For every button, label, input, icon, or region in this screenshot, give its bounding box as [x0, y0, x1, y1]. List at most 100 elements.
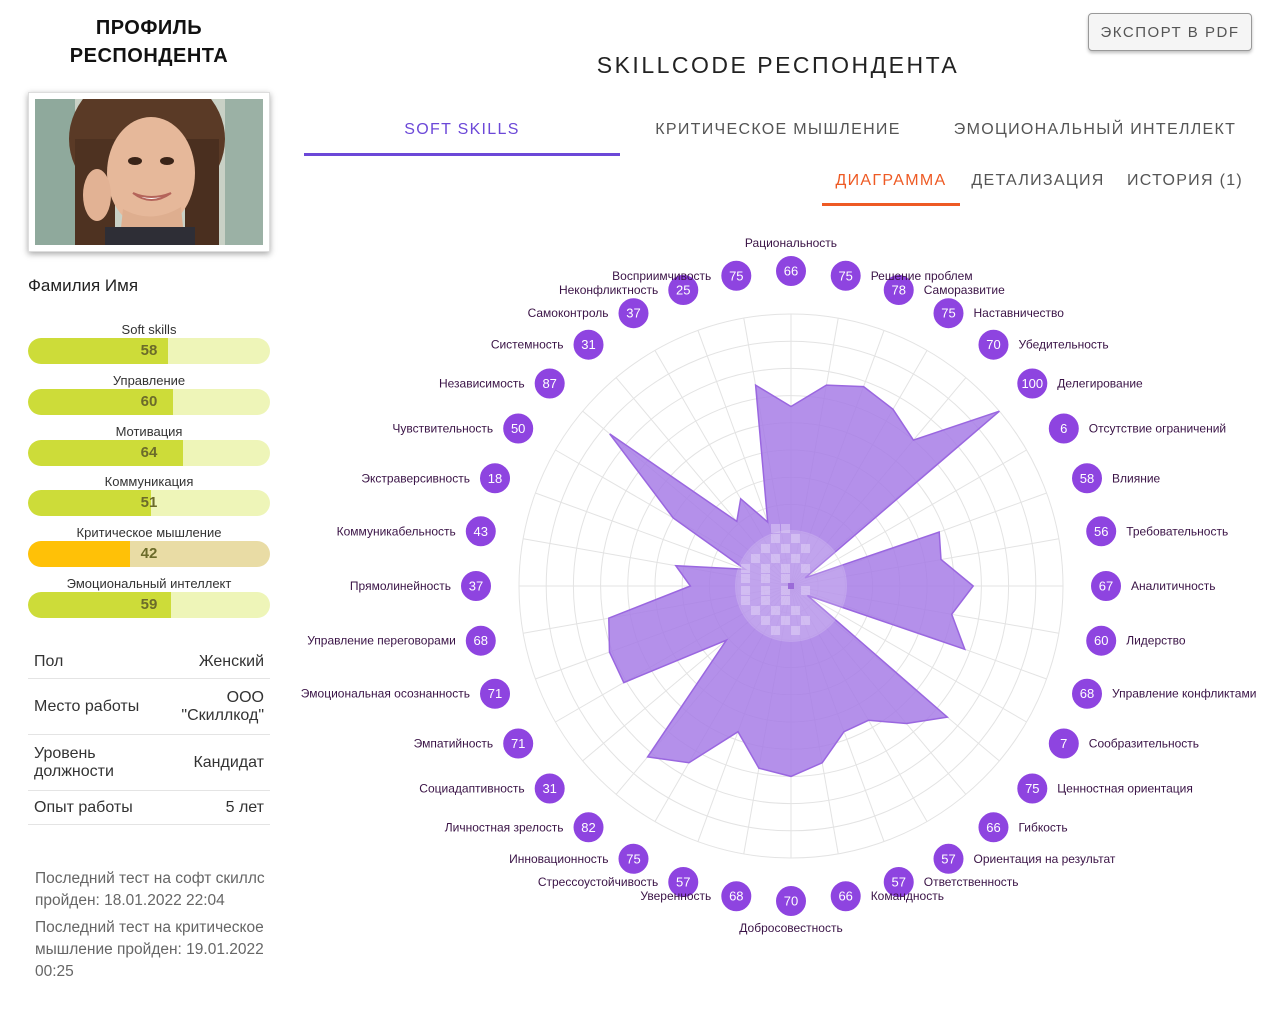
axis-label: Требовательность [1126, 524, 1228, 538]
value-badge: 31 [571, 327, 606, 362]
export-pdf-button[interactable]: ЭКСПОРТ В PDF [1088, 13, 1252, 51]
axis-label: Системность [491, 338, 564, 352]
tab-soft-skills[interactable]: SOFT SKILLS [304, 121, 620, 139]
axis-label: Наставничество [974, 306, 1065, 320]
value-badge: 50 [501, 411, 536, 446]
center-pixel [771, 606, 780, 615]
axis-label: Управление переговорами [307, 634, 456, 648]
value-badge-text: 70 [784, 894, 798, 909]
center-pixel [761, 564, 770, 573]
avatar [35, 99, 263, 245]
metric-label: Управление [112, 373, 186, 388]
value-badge: 70 [976, 327, 1011, 362]
value-badge: 58 [1070, 461, 1105, 496]
metric-bar: 51 [28, 490, 270, 516]
axis-label: Убедительность [1018, 338, 1108, 352]
metric-item: Управление 60 [28, 372, 270, 415]
metric-bar: 42 [28, 541, 270, 567]
center-pixel [741, 586, 750, 595]
metric-item: Коммуникация 51 [28, 473, 270, 516]
axis-label: Управление конфликтами [1112, 687, 1256, 701]
info-table: Пол Женский Место работы ООО "Скиллкод" Уров… [28, 645, 270, 825]
tab-emotional-intelligence[interactable]: ЭМОЦИОНАЛЬНЫЙ ИНТЕЛЛЕКТ [940, 121, 1250, 139]
metric-value: 42 [140, 545, 158, 562]
last-softskills-test-note: Последний тест на софт скиллс пройден: 1… [35, 870, 265, 909]
center-pixel [741, 564, 750, 573]
value-badge-text: 100 [1021, 376, 1043, 391]
value-badge-text: 60 [1094, 633, 1108, 648]
info-row: Уровень должности Кандидат [28, 735, 270, 791]
value-badge: 7 [1046, 726, 1081, 761]
axis-label: Эмпатийность [414, 737, 494, 751]
axis-label: Отсутствие ограничений [1089, 422, 1226, 436]
value-badge-text: 87 [542, 376, 556, 391]
value-badge-text: 6 [1060, 421, 1067, 436]
metric-bar: 58 [28, 338, 270, 364]
info-value: Женский [198, 652, 264, 670]
value-badge-text: 71 [511, 736, 525, 751]
axis-label: Самоконтроль [528, 306, 609, 320]
value-badge-text: 78 [892, 282, 906, 297]
test-notes: Последний тест на софт скиллс пройден: 1… [35, 868, 275, 988]
value-badge: 70 [774, 884, 808, 918]
center-pixel [771, 524, 780, 533]
profile-photo [28, 92, 270, 252]
axis-label: Социадаптивность [419, 781, 524, 795]
value-badge: 71 [501, 726, 536, 761]
value-badge: 57 [931, 841, 966, 876]
value-badge-text: 58 [1080, 471, 1094, 486]
profile-title-line2: РЕСПОНДЕНТА [69, 45, 229, 67]
skills-radar-chart: 66 75 78 75 70 100 6 58 56 67 60 68 7 75 66 57 57 66 70 68 5… [301, 236, 1257, 935]
value-badge-text: 66 [838, 889, 852, 904]
axis-label: Командность [871, 889, 944, 903]
metric-label: Мотивация [115, 424, 183, 439]
value-badge-text: 31 [581, 337, 595, 352]
axis-label: Влияние [1112, 471, 1161, 485]
info-row: Место работы ООО "Скиллкод" [28, 679, 270, 735]
value-badge-text: 70 [986, 337, 1000, 352]
center-pixel [781, 616, 790, 625]
metric-item: Мотивация 64 [28, 423, 270, 466]
axis-label: Экстраверсивность [361, 471, 470, 485]
value-badge: 56 [1084, 514, 1119, 549]
value-badge-text: 75 [941, 306, 955, 321]
value-badge-text: 75 [626, 851, 640, 866]
center-pixel [771, 554, 780, 563]
metric-label: Коммуникация [104, 474, 194, 489]
portrait-image [35, 99, 263, 245]
axis-label: Ответственность [924, 875, 1019, 889]
axis-label: Делегирование [1057, 377, 1143, 391]
value-badge-text: 57 [676, 875, 690, 890]
center-pixel [751, 606, 760, 615]
center-pixel [771, 626, 780, 635]
value-badge: 18 [477, 461, 512, 496]
center-pixel [761, 586, 770, 595]
center-pixel [791, 626, 800, 635]
axis-label: Гибкость [1018, 820, 1067, 834]
subtab-history[interactable]: ИСТОРИЯ (1) [1122, 172, 1248, 190]
value-badge: 75 [1015, 771, 1050, 806]
center-pixel [801, 616, 810, 625]
value-badge: 66 [828, 879, 863, 914]
axis-label: Аналитичность [1131, 579, 1216, 593]
value-badge-text: 66 [784, 264, 798, 279]
axis-label: Решение проблем [871, 269, 973, 283]
center-pixel [761, 596, 770, 605]
center-pixel [781, 544, 790, 553]
value-badge-text: 18 [488, 471, 502, 486]
active-subtab-indicator [822, 203, 960, 206]
metric-label: Soft skills [121, 322, 177, 337]
metric-bar: 64 [28, 440, 270, 466]
axis-label: Ориентация на результат [974, 852, 1116, 866]
tab-critical-thinking[interactable]: КРИТИЧЕСКОЕ МЫШЛЕНИЕ [620, 121, 936, 139]
axis-label: Личностная зрелость [445, 820, 564, 834]
value-badge: 67 [1089, 569, 1123, 603]
value-badge-text: 7 [1060, 736, 1067, 751]
subtab-details[interactable]: ДЕТАЛИЗАЦИЯ [968, 172, 1108, 190]
metric-value: 64 [140, 444, 158, 461]
value-badge: 68 [463, 623, 498, 658]
metric-value: 60 [140, 393, 158, 410]
axis-label: Коммуникабельность [337, 524, 456, 538]
subtab-diagram[interactable]: ДИАГРАММА [822, 172, 960, 190]
center-pixel [801, 586, 810, 595]
